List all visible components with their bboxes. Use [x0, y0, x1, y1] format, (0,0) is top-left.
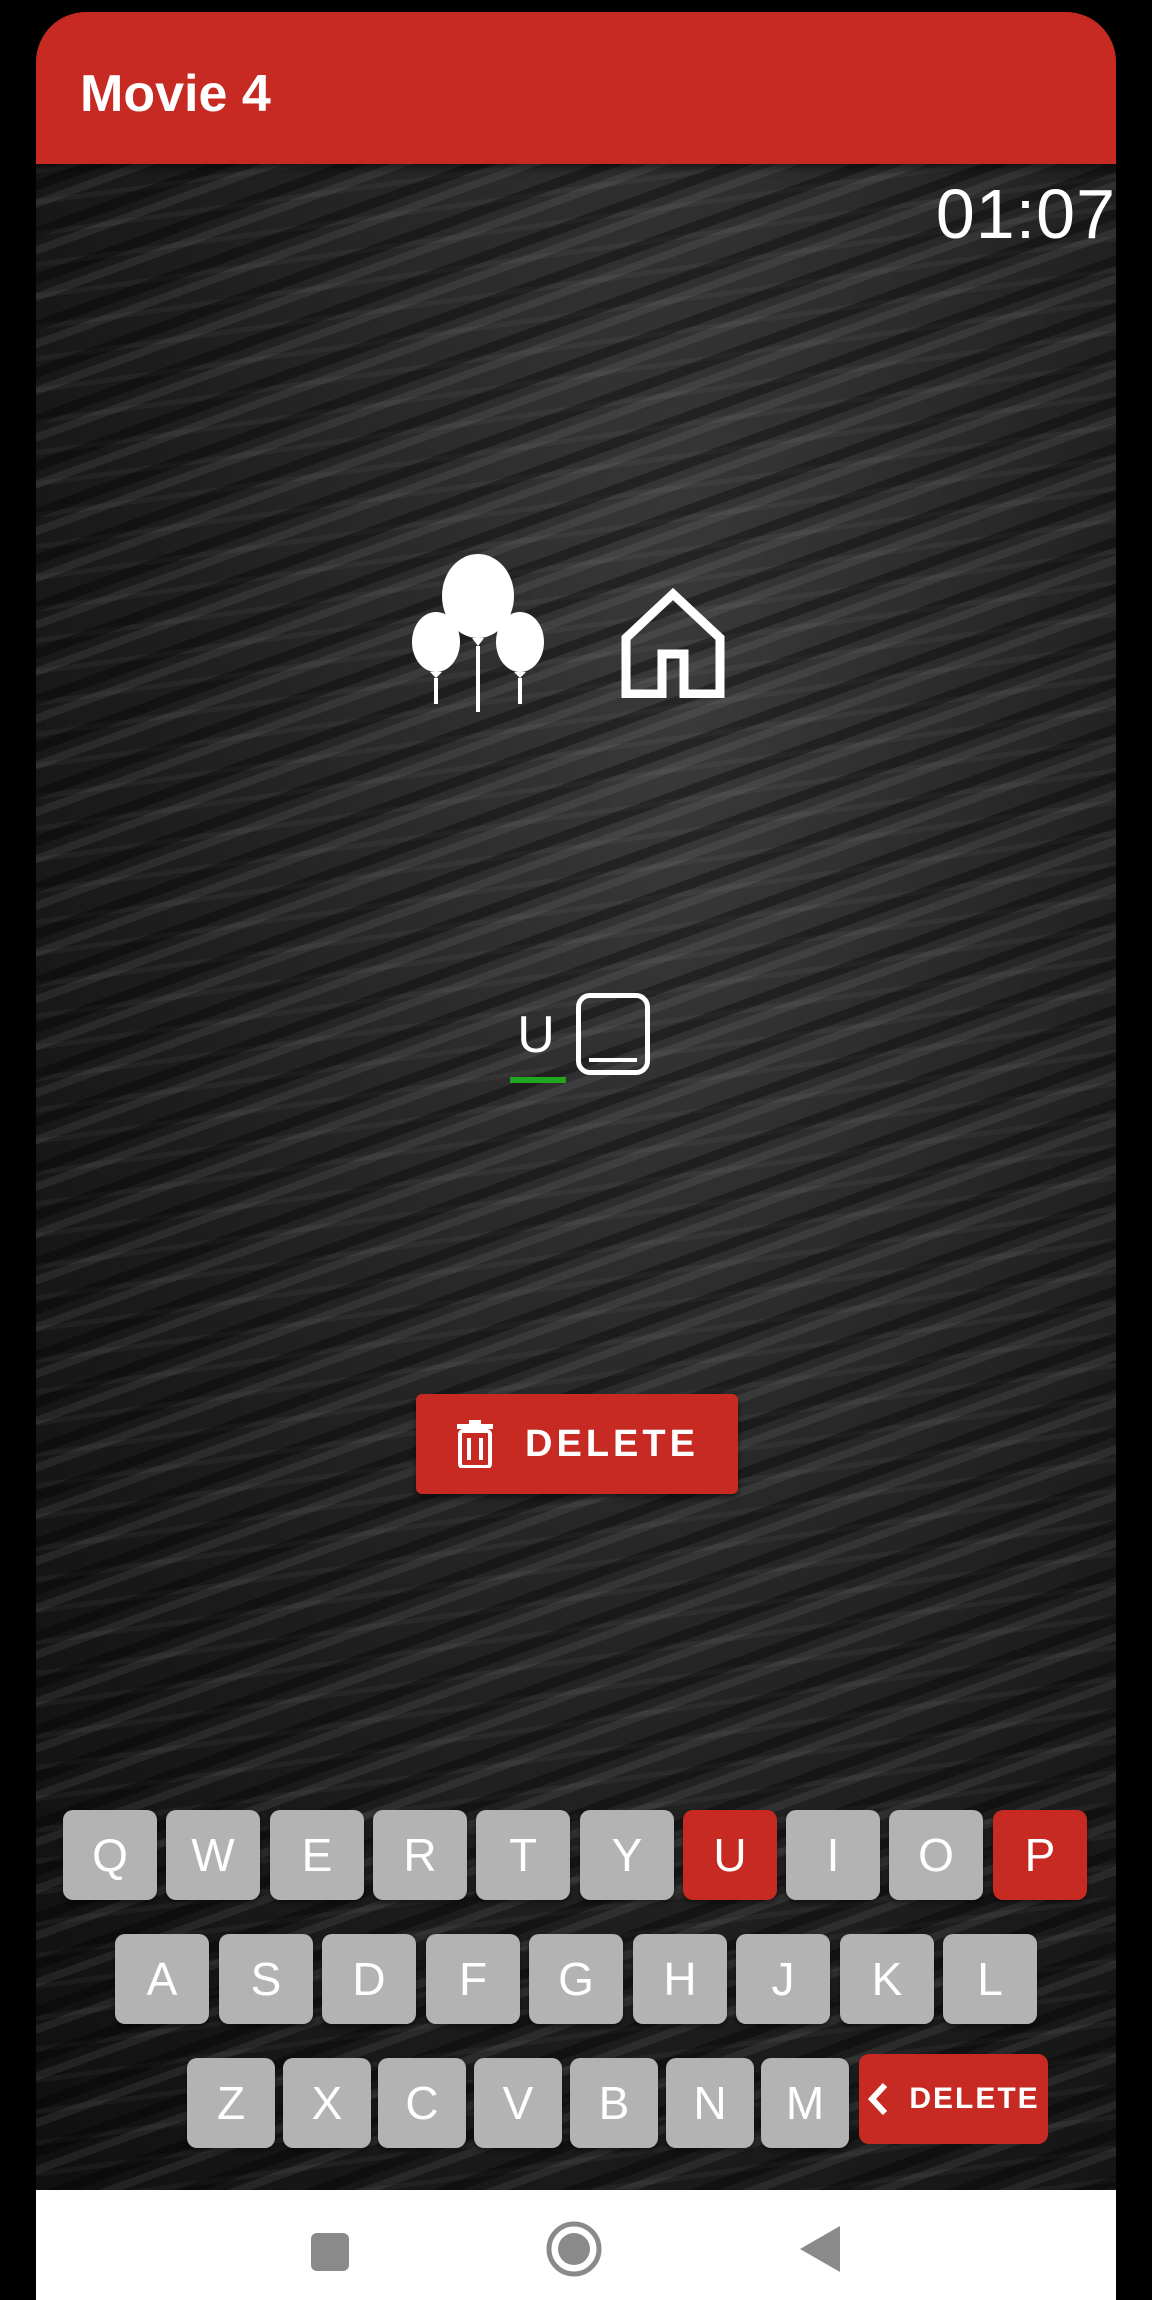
key-w[interactable]: W [166, 1810, 260, 1900]
key-b[interactable]: B [570, 2058, 658, 2148]
key-x[interactable]: X [283, 2058, 371, 2148]
chevron-left-icon [868, 2082, 888, 2116]
delete-answer-button[interactable]: DELETE [416, 1394, 738, 1494]
key-k[interactable]: K [840, 1934, 934, 2024]
game-screen: Movie 4 01:07 U DELETE Q W E R T Y U I O… [36, 12, 1116, 2300]
app-bar: Movie 4 [36, 12, 1116, 164]
key-u[interactable]: U [683, 1810, 777, 1900]
answer-underline [510, 1077, 566, 1083]
answer-slots: U [36, 993, 1116, 1107]
key-q[interactable]: Q [63, 1810, 157, 1900]
key-z[interactable]: Z [187, 2058, 275, 2148]
key-h[interactable]: H [633, 1934, 727, 2024]
answer-slot-line [589, 1058, 637, 1062]
keyboard-delete-label: DELETE [909, 2082, 1040, 2115]
app-title: Movie 4 [80, 65, 271, 123]
house-icon [621, 588, 725, 698]
key-f[interactable]: F [426, 1934, 520, 2024]
key-y[interactable]: Y [580, 1810, 674, 1900]
key-d[interactable]: D [322, 1934, 416, 2024]
answer-slot-1[interactable]: U [506, 997, 566, 1083]
key-p[interactable]: P [993, 1810, 1087, 1900]
key-j[interactable]: J [736, 1934, 830, 2024]
key-a[interactable]: A [115, 1934, 209, 2024]
answer-slot-2[interactable] [576, 993, 650, 1075]
key-v[interactable]: V [474, 2058, 562, 2148]
key-g[interactable]: G [529, 1934, 623, 2024]
clue-icons [36, 552, 1116, 732]
key-e[interactable]: E [270, 1810, 364, 1900]
balloons-icon [412, 554, 544, 712]
key-r[interactable]: R [373, 1810, 467, 1900]
key-l[interactable]: L [943, 1934, 1037, 2024]
answer-letter: U [517, 1006, 555, 1064]
trash-icon [457, 1420, 494, 1468]
back-icon[interactable] [798, 2224, 842, 2274]
keyboard-delete-key[interactable]: DELETE [859, 2054, 1048, 2144]
key-o[interactable]: O [889, 1810, 983, 1900]
key-t[interactable]: T [476, 1810, 570, 1900]
recents-icon[interactable] [311, 2233, 349, 2271]
key-i[interactable]: I [786, 1810, 880, 1900]
delete-answer-label: DELETE [525, 1422, 699, 1465]
key-m[interactable]: M [761, 2058, 849, 2148]
key-n[interactable]: N [666, 2058, 754, 2148]
key-c[interactable]: C [378, 2058, 466, 2148]
home-icon[interactable] [545, 2220, 603, 2278]
countdown-timer: 01:07 [935, 175, 1116, 253]
system-nav-bar [36, 2190, 1116, 2300]
key-s[interactable]: S [219, 1934, 313, 2024]
